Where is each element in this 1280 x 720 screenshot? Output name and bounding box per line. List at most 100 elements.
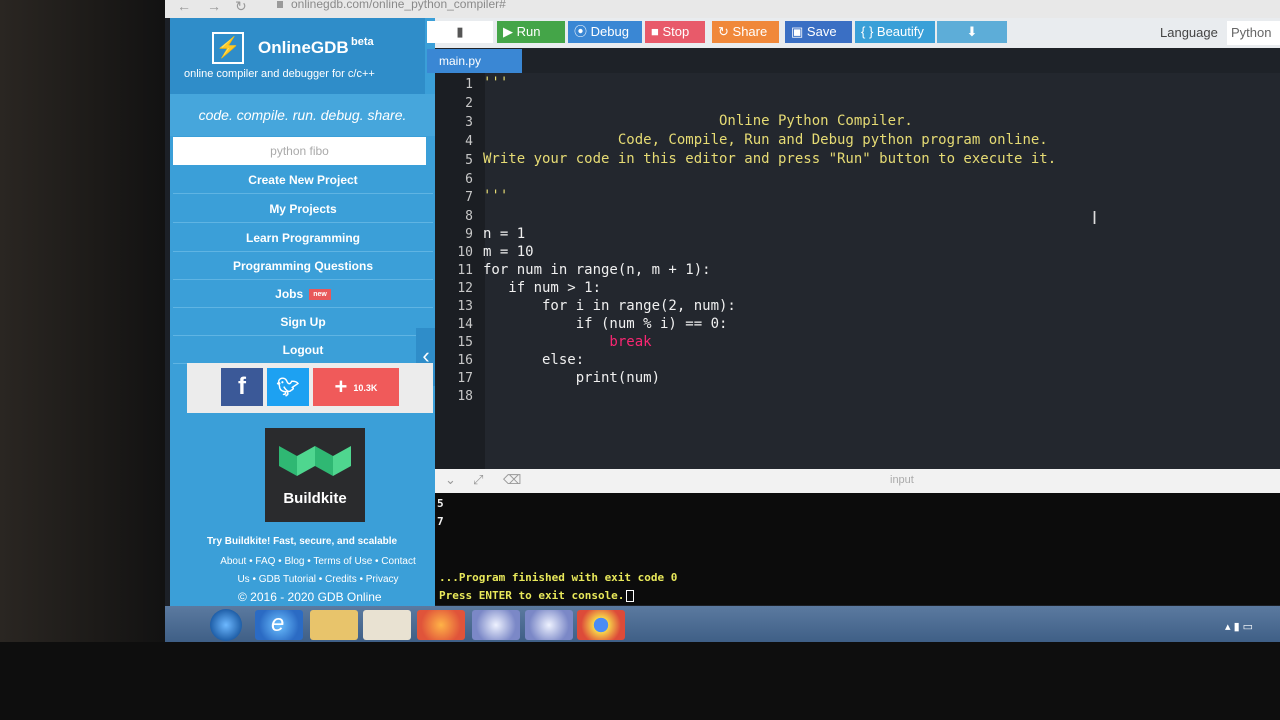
folder-icon[interactable] bbox=[310, 610, 358, 640]
menu-learn-programming[interactable]: Learn Programming bbox=[173, 224, 433, 252]
code-line: break bbox=[483, 334, 652, 350]
system-tray-icons[interactable]: ▴ ▮ ▭ bbox=[1225, 620, 1253, 633]
console-output[interactable]: 5 7 ...Program finished with exit code 0… bbox=[435, 493, 1280, 605]
menu-label: Sign Up bbox=[280, 315, 326, 329]
save-button[interactable]: ▣ Save bbox=[785, 21, 852, 43]
menu-label: Create New Project bbox=[248, 173, 358, 187]
line-number: 4 bbox=[465, 134, 473, 149]
share-plus-button[interactable]: +10.3K bbox=[313, 368, 399, 406]
new-file-icon[interactable]: ▮ bbox=[427, 21, 493, 43]
footer-links[interactable]: About • FAQ • Blog • Terms of Use • Cont… bbox=[198, 553, 438, 589]
code-editor[interactable]: 1 2 3 4 5 6 7 8 9 10 11 12 13 14 15 16 1… bbox=[435, 73, 1280, 469]
code-line: if (num % i) == 0: bbox=[483, 316, 728, 332]
facebook-icon[interactable]: f bbox=[221, 368, 263, 406]
menu-logout[interactable]: Logout bbox=[173, 336, 433, 364]
screen: ← → ↻ onlinegdb.com/online_python_compil… bbox=[165, 0, 1280, 642]
url-field[interactable]: onlinegdb.com/online_python_compiler# bbox=[277, 0, 506, 11]
exit-prompt: Press ENTER to exit console. bbox=[439, 589, 625, 602]
editor-tab-bar: main.py bbox=[427, 48, 1280, 73]
brand-header[interactable]: ⚡ OnlineGDB beta online compiler and deb… bbox=[170, 18, 425, 94]
share-label: Share bbox=[732, 24, 768, 39]
code-line: ''' bbox=[483, 75, 509, 91]
ad-title: Buildkite bbox=[283, 490, 347, 507]
code-line: for num in range(n, m + 1): bbox=[483, 262, 711, 278]
code-line: ''' bbox=[483, 188, 509, 204]
new-badge: new bbox=[309, 289, 331, 301]
social-share-bar: f 🐦︎ +10.3K bbox=[187, 363, 433, 413]
save-label: Save bbox=[806, 24, 837, 39]
line-number: 12 bbox=[457, 281, 473, 296]
input-label: input bbox=[890, 474, 914, 486]
play-icon: ▶ bbox=[503, 24, 513, 39]
console-caret bbox=[626, 590, 635, 602]
browser-address-bar: ← → ↻ onlinegdb.com/online_python_compil… bbox=[165, 0, 1280, 18]
line-number-gutter: 1 2 3 4 5 6 7 8 9 10 11 12 13 14 15 16 1… bbox=[435, 73, 485, 469]
ad-text[interactable]: Try Buildkite! Fast, secure, and scalabl… bbox=[207, 536, 397, 547]
line-number: 18 bbox=[457, 389, 473, 404]
footer-links-line1[interactable]: About • FAQ • Blog • Terms of Use • Cont… bbox=[198, 553, 438, 571]
expand-icon[interactable]: ⤢ bbox=[473, 472, 483, 488]
debug-icon: ⦿ bbox=[574, 24, 588, 39]
menu-label: Programming Questions bbox=[232, 259, 374, 273]
console-toolbar: ⌄ ⤢ ⌫ input bbox=[435, 469, 1280, 493]
buildkite-ad[interactable]: Buildkite bbox=[265, 428, 365, 522]
menu-sign-up[interactable]: Sign Up bbox=[173, 308, 433, 336]
line-number: 17 bbox=[457, 371, 473, 386]
tab-main-py[interactable]: main.py bbox=[427, 49, 522, 73]
lightning-logo-icon: ⚡ bbox=[212, 32, 244, 64]
menu-label: Logout bbox=[282, 343, 324, 357]
download-icon[interactable]: ⬇ bbox=[937, 21, 1007, 43]
share-button[interactable]: ↻ Share bbox=[712, 21, 779, 43]
code-line: for i in range(2, num): bbox=[483, 298, 736, 314]
run-button[interactable]: ▶ Run bbox=[497, 21, 565, 43]
menu-label: My Projects bbox=[269, 202, 337, 216]
internet-explorer-icon[interactable] bbox=[255, 610, 303, 640]
output-line: 7 bbox=[437, 515, 444, 528]
line-number: 14 bbox=[457, 317, 473, 332]
media-player-icon[interactable] bbox=[363, 610, 411, 640]
twitter-icon[interactable]: 🐦︎ bbox=[267, 368, 309, 406]
start-button-icon[interactable] bbox=[210, 609, 242, 641]
code-line: Code, Compile, Run and Debug python prog… bbox=[483, 132, 1048, 148]
buildkite-logo-icon bbox=[279, 446, 351, 476]
chrome-icon[interactable] bbox=[577, 610, 625, 640]
line-number: 2 bbox=[465, 96, 473, 111]
stop-label: Stop bbox=[662, 24, 690, 39]
line-number: 16 bbox=[457, 353, 473, 368]
text-cursor-icon: I bbox=[1092, 208, 1098, 228]
menu-jobs[interactable]: Jobs new bbox=[173, 280, 433, 308]
line-number: 10 bbox=[457, 245, 473, 260]
firefox-icon[interactable] bbox=[417, 610, 465, 640]
app-icon[interactable] bbox=[525, 610, 573, 640]
menu-label: Learn Programming bbox=[245, 231, 361, 245]
share-icon: ↻ bbox=[718, 24, 729, 39]
line-number: 3 bbox=[465, 115, 473, 130]
clear-console-icon[interactable]: ⌫ bbox=[503, 472, 521, 488]
forward-arrow-icon[interactable]: → bbox=[207, 0, 221, 14]
debug-button[interactable]: ⦿ Debug bbox=[568, 21, 642, 43]
brand-name: OnlineGDB bbox=[258, 38, 349, 57]
code-line: else: bbox=[483, 352, 585, 368]
menu-create-new-project[interactable]: Create New Project bbox=[173, 166, 433, 194]
app-icon[interactable] bbox=[472, 610, 520, 640]
exit-prompt-line: Press ENTER to exit console. bbox=[439, 589, 635, 602]
floppy-icon: ▣ bbox=[791, 24, 804, 39]
motto: code. compile. run. debug. share. bbox=[170, 94, 435, 136]
language-label: Language bbox=[1160, 25, 1218, 40]
search-input[interactable]: python fibo bbox=[173, 137, 426, 165]
stop-button[interactable]: ■ Stop bbox=[645, 21, 705, 43]
line-number: 1 bbox=[465, 77, 473, 92]
finish-message: ...Program finished with exit code 0 bbox=[439, 571, 678, 584]
debug-label: Debug bbox=[590, 24, 629, 39]
language-select[interactable]: Python bbox=[1227, 21, 1280, 45]
copyright: © 2016 - 2020 GDB Online bbox=[238, 590, 382, 604]
back-arrow-icon[interactable]: ← bbox=[177, 0, 191, 14]
footer-links-line2[interactable]: Us • GDB Tutorial • Credits • Privacy bbox=[198, 571, 438, 589]
menu-my-projects[interactable]: My Projects bbox=[173, 195, 433, 223]
output-line: 5 bbox=[437, 497, 444, 510]
beautify-button[interactable]: { } Beautify bbox=[855, 21, 935, 43]
chevron-down-icon[interactable]: ⌄ bbox=[445, 472, 456, 488]
line-number: 8 bbox=[465, 209, 473, 224]
reload-icon[interactable]: ↻ bbox=[235, 0, 247, 15]
menu-programming-questions[interactable]: Programming Questions bbox=[173, 252, 433, 280]
